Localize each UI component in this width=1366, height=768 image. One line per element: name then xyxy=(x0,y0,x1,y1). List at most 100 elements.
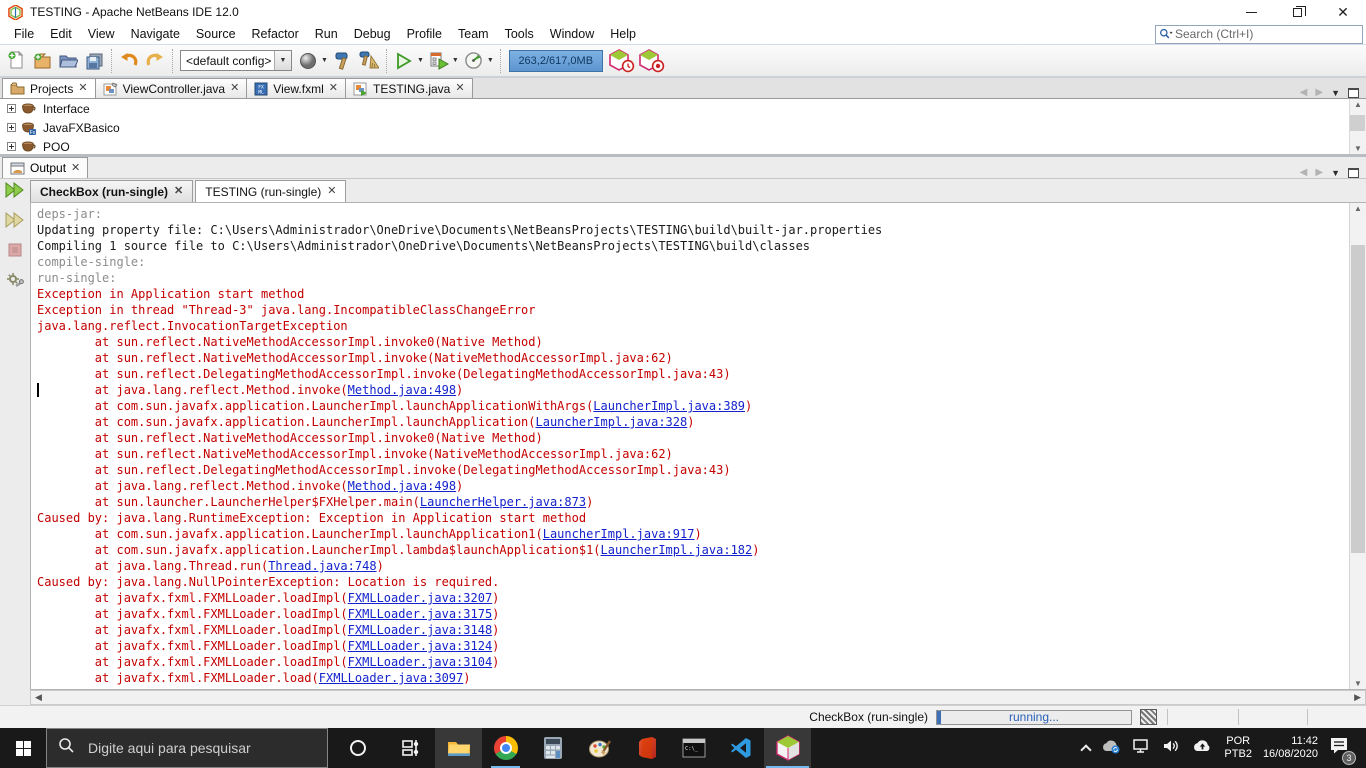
office-button[interactable] xyxy=(623,728,670,768)
ide-search-input[interactable] xyxy=(1173,26,1359,42)
build-button[interactable] xyxy=(330,48,356,74)
menu-source[interactable]: Source xyxy=(188,25,244,43)
onedrive-sync-icon[interactable] xyxy=(1101,738,1121,759)
scrollbar-thumb[interactable] xyxy=(1350,115,1365,131)
project-row-javafxbasico[interactable]: Fx JavaFXBasico xyxy=(0,118,1366,137)
taskbar-search-box[interactable] xyxy=(46,728,328,768)
cortana-button[interactable] xyxy=(328,728,388,768)
stacktrace-link[interactable]: LauncherHelper.java:873 xyxy=(420,495,586,509)
menu-profile[interactable]: Profile xyxy=(399,25,450,43)
calculator-button[interactable] xyxy=(529,728,576,768)
minimize-button[interactable] xyxy=(1228,0,1274,24)
scroll-down-icon[interactable]: ▼ xyxy=(1350,679,1366,688)
stacktrace-link[interactable]: FXMLLoader.java:3097 xyxy=(319,671,464,685)
menu-run[interactable]: Run xyxy=(307,25,346,43)
output-tab-checkbox[interactable]: CheckBox (run-single) ✕ xyxy=(30,180,194,202)
tab-testing[interactable]: TESTING.java ✕ xyxy=(344,78,473,98)
maximize-window-icon[interactable] xyxy=(1348,167,1359,178)
stacktrace-link[interactable]: FXMLLoader.java:3124 xyxy=(348,639,493,653)
run-button[interactable] xyxy=(391,48,417,74)
close-button[interactable]: ✕ xyxy=(1320,0,1366,24)
scroll-tabs-right-icon[interactable]: ▶ xyxy=(1315,167,1323,178)
deploy-button[interactable] xyxy=(295,48,321,74)
menu-debug[interactable]: Debug xyxy=(346,25,399,43)
output-tab-testing-close-icon[interactable]: ✕ xyxy=(327,186,336,197)
onedrive-cloud-icon[interactable] xyxy=(1192,738,1213,758)
stacktrace-link[interactable]: LauncherImpl.java:389 xyxy=(593,399,745,413)
stacktrace-link[interactable]: FXMLLoader.java:3175 xyxy=(348,607,493,621)
config-dropdown[interactable]: <default config> ▼ xyxy=(180,50,292,71)
netbeans-taskbar-button[interactable] xyxy=(764,728,811,768)
scroll-up-icon[interactable]: ▲ xyxy=(1350,204,1366,213)
rerun-with-args-button[interactable] xyxy=(5,211,25,233)
paint-button[interactable] xyxy=(576,728,623,768)
expand-icon[interactable] xyxy=(7,142,16,151)
tab-testing-close-icon[interactable]: ✕ xyxy=(455,83,464,94)
scroll-down-icon[interactable]: ▼ xyxy=(1354,144,1362,153)
profile-button[interactable] xyxy=(461,48,487,74)
new-project-button[interactable] xyxy=(29,48,55,74)
scroll-right-icon[interactable]: ▶ xyxy=(1354,692,1361,703)
console-horizontal-scrollbar[interactable]: ◀ ▶ xyxy=(30,690,1366,705)
open-project-button[interactable] xyxy=(55,48,81,74)
maximize-window-icon[interactable] xyxy=(1348,87,1359,98)
start-button[interactable] xyxy=(0,728,46,768)
scroll-tabs-left-icon[interactable]: ◀ xyxy=(1300,87,1308,98)
menu-team[interactable]: Team xyxy=(450,25,497,43)
save-all-button[interactable] xyxy=(81,48,107,74)
menu-navigate[interactable]: Navigate xyxy=(123,25,188,43)
restore-button[interactable] xyxy=(1274,0,1320,24)
stacktrace-link[interactable]: LauncherImpl.java:182 xyxy=(601,543,753,557)
debug-dropdown-arrow[interactable]: ▼ xyxy=(452,57,459,64)
reset-results-icon[interactable] xyxy=(637,48,667,74)
debug-button[interactable] xyxy=(426,48,452,74)
stacktrace-link[interactable]: FXMLLoader.java:3207 xyxy=(348,591,493,605)
task-view-button[interactable] xyxy=(388,728,435,768)
file-explorer-button[interactable] xyxy=(435,728,482,768)
clock[interactable]: 11:42 16/08/2020 xyxy=(1263,735,1318,761)
scroll-tabs-left-icon[interactable]: ◀ xyxy=(1300,167,1308,178)
volume-icon[interactable] xyxy=(1162,738,1181,759)
new-file-button[interactable] xyxy=(3,48,29,74)
scroll-tabs-right-icon[interactable]: ▶ xyxy=(1315,87,1323,98)
tab-viewcontroller-close-icon[interactable]: ✕ xyxy=(230,83,239,94)
output-window-close-icon[interactable]: ✕ xyxy=(71,162,80,174)
run-dropdown-arrow[interactable]: ▼ xyxy=(417,57,424,64)
menu-tools[interactable]: Tools xyxy=(497,25,542,43)
menu-window[interactable]: Window xyxy=(542,25,602,43)
profile-point-icon[interactable] xyxy=(607,48,637,74)
console-area[interactable]: deps-jar: Updating property file: C:\User… xyxy=(30,202,1366,690)
redo-button[interactable] xyxy=(142,48,168,74)
chrome-button[interactable] xyxy=(482,728,529,768)
stacktrace-link[interactable]: Thread.java:748 xyxy=(268,559,376,573)
tray-expand-chevron-icon[interactable] xyxy=(1080,743,1093,756)
taskbar-search-input[interactable] xyxy=(86,739,316,757)
project-row-interface[interactable]: Interface xyxy=(0,99,1366,118)
stacktrace-link[interactable]: LauncherImpl.java:917 xyxy=(543,527,695,541)
deploy-dropdown-arrow[interactable]: ▼ xyxy=(321,57,328,64)
output-window-tab[interactable]: Output ✕ xyxy=(2,157,89,178)
stacktrace-link[interactable]: FXMLLoader.java:3104 xyxy=(348,655,493,669)
menu-file[interactable]: File xyxy=(6,25,42,43)
expand-icon[interactable] xyxy=(7,104,16,113)
stop-build-button[interactable] xyxy=(7,242,23,263)
project-row-poo[interactable]: POO xyxy=(0,137,1366,156)
expand-icon[interactable] xyxy=(7,123,16,132)
scroll-up-icon[interactable]: ▲ xyxy=(1354,100,1362,109)
stacktrace-link[interactable]: FXMLLoader.java:3148 xyxy=(348,623,493,637)
console-vertical-scrollbar[interactable]: ▲ ▼ xyxy=(1349,203,1366,689)
ant-settings-button[interactable] xyxy=(6,272,24,295)
ide-search-box[interactable] xyxy=(1155,24,1363,44)
stacktrace-link[interactable]: Method.java:498 xyxy=(348,479,456,493)
menu-help[interactable]: Help xyxy=(602,25,644,43)
keyboard-language-indicator[interactable]: POR PTB2 xyxy=(1224,735,1252,761)
output-tab-testing[interactable]: TESTING (run-single) ✕ xyxy=(195,180,347,202)
stacktrace-link[interactable]: LauncherImpl.java:328 xyxy=(536,415,688,429)
process-list-button[interactable] xyxy=(1140,709,1157,725)
tab-viewcontroller[interactable]: ViewController.java ✕ xyxy=(94,78,248,98)
tab-viewfxml[interactable]: FX ML View.fxml ✕ xyxy=(246,78,346,98)
memory-indicator[interactable]: 263,2/617,0MB xyxy=(508,49,603,72)
command-prompt-button[interactable]: C:\_ xyxy=(670,728,717,768)
action-center-button[interactable]: 3 xyxy=(1329,736,1356,765)
scroll-left-icon[interactable]: ◀ xyxy=(35,692,42,703)
